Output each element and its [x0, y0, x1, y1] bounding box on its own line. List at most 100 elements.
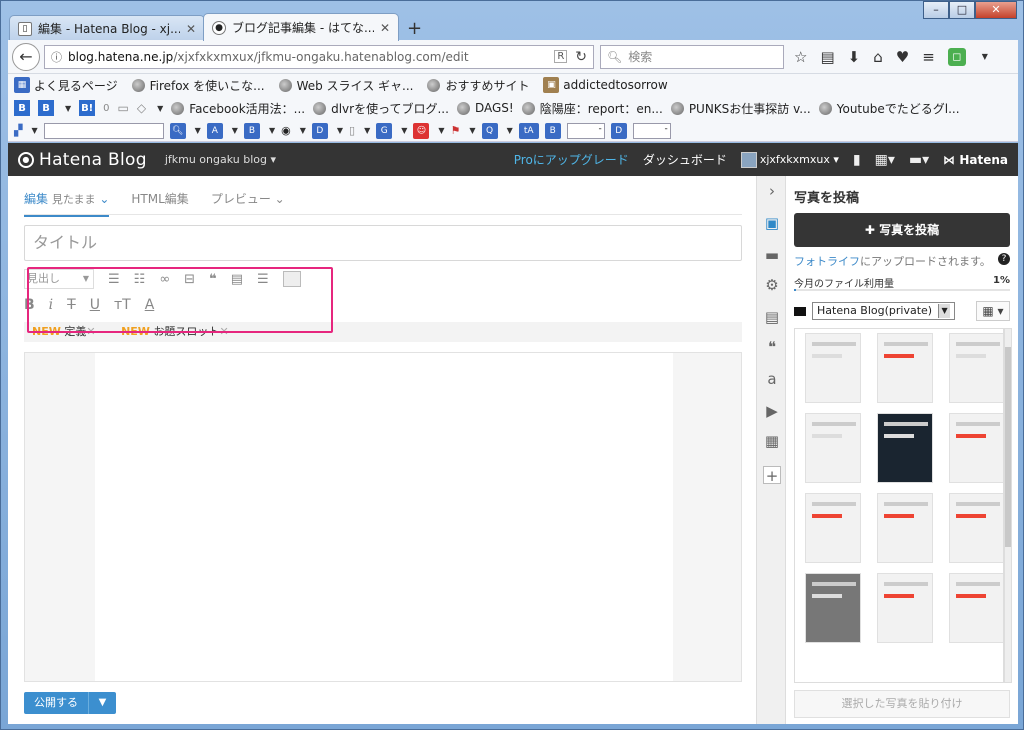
maximize-button[interactable]: □: [949, 1, 975, 19]
star-icon[interactable]: ☆: [794, 48, 807, 66]
tool-a-icon[interactable]: A: [206, 122, 223, 139]
tv-icon[interactable]: ▦: [763, 432, 781, 450]
gear-icon[interactable]: ⚙: [763, 276, 781, 294]
search-input[interactable]: 🔍︎ 検索: [600, 44, 784, 69]
photo-thumbnail[interactable]: [877, 493, 933, 563]
photo-thumbnail[interactable]: [877, 333, 933, 403]
bookmark-item[interactable]: Facebook活用法：...: [171, 100, 305, 117]
tool-g-icon[interactable]: G: [376, 122, 393, 139]
photo-thumbnail[interactable]: [949, 493, 1003, 563]
hatena-brand[interactable]: ⋈ Hatena: [943, 153, 1008, 167]
photo-thumbnail[interactable]: [949, 573, 1003, 643]
minimize-button[interactable]: –: [923, 1, 949, 19]
user-menu[interactable]: xjxfxkxmxux ▾: [740, 151, 839, 168]
search-icon[interactable]: 🔍︎: [169, 122, 186, 139]
reload-icon[interactable]: ↻: [575, 49, 587, 65]
photo-thumbnail[interactable]: [949, 333, 1003, 403]
bookmark-item[interactable]: DAGS!: [456, 101, 514, 115]
back-button[interactable]: ←: [12, 42, 40, 71]
scrollbar-thumb[interactable]: [1005, 347, 1011, 547]
photo-thumbnail[interactable]: [805, 573, 861, 643]
close-tab-icon[interactable]: ✕: [186, 22, 196, 36]
chevron-right-icon[interactable]: ›: [763, 182, 781, 200]
help-icon[interactable]: ?: [998, 253, 1010, 265]
chevron-down-icon[interactable]: ▼: [438, 126, 444, 135]
photo-thumbnail[interactable]: [805, 413, 861, 483]
tab-hatena-edit[interactable]: ▯ 編集 - Hatena Blog - xj... ✕: [9, 15, 205, 41]
bookmark-item[interactable]: おすすめサイト: [427, 77, 529, 94]
tool-page-icon[interactable]: ▯: [349, 124, 355, 137]
extension-b-plus-icon[interactable]: B: [38, 100, 54, 116]
chevron-down-icon[interactable]: ▼: [31, 126, 37, 135]
info-icon[interactable]: ⓘ: [51, 49, 62, 65]
publish-options-button[interactable]: ▼: [88, 692, 116, 714]
bookmark-icon[interactable]: ▮: [853, 152, 861, 168]
tool-d2-icon[interactable]: D: [610, 122, 627, 139]
bookmark-item[interactable]: Firefox を使いこな...: [131, 77, 265, 94]
notification-icon[interactable]: ▬▾: [909, 152, 929, 168]
tab-html[interactable]: HTML編集: [131, 190, 188, 217]
pro-upgrade-link[interactable]: Proにアップグレード: [514, 151, 629, 168]
tool-b2-icon[interactable]: B: [544, 122, 561, 139]
chevron-down-icon[interactable]: ▼: [195, 126, 201, 135]
tab-wysiwyg[interactable]: 編集 見たまま ⌄: [24, 190, 110, 217]
tool-red-icon[interactable]: ☺: [413, 122, 430, 139]
blog-selector[interactable]: jfkmu ongaku blog ▾: [165, 153, 276, 166]
bookmark-item[interactable]: 陰陽座：report：en...: [521, 100, 663, 117]
bookmark-item[interactable]: Youtubeでたどるグl...: [818, 100, 960, 117]
addon-icon[interactable]: ◻: [947, 47, 966, 66]
chevron-down-icon[interactable]: ▼: [300, 126, 306, 135]
title-input[interactable]: タイトル: [24, 225, 742, 261]
bookmark-item[interactable]: dlvrを使ってブログ...: [313, 100, 449, 117]
apps-grid-icon[interactable]: ▦▾: [875, 152, 895, 168]
grid-view-button[interactable]: ▦ ▾: [976, 301, 1010, 321]
reading-list-icon[interactable]: ▤: [820, 48, 834, 66]
toolbar-logo-icon[interactable]: ▞: [14, 124, 22, 137]
folder-icon[interactable]: ▬: [763, 246, 781, 264]
tool-q-icon[interactable]: Q: [481, 122, 498, 139]
photo-thumbnail[interactable]: [877, 573, 933, 643]
tool-b-icon[interactable]: B: [243, 122, 260, 139]
body-content[interactable]: [95, 353, 673, 681]
upload-photo-button[interactable]: ✚ 写真を投稿: [794, 213, 1010, 247]
chevron-down-icon[interactable]: ▼: [469, 126, 475, 135]
thumbnail-scrollbar[interactable]: [1004, 328, 1012, 683]
chevron-down-icon[interactable]: ▼: [269, 126, 275, 135]
tool-d-icon[interactable]: D: [311, 122, 328, 139]
tool-flag-icon[interactable]: ⚑: [451, 124, 461, 137]
paste-selected-button[interactable]: 選択した写真を貼り付け: [794, 690, 1010, 718]
publish-button[interactable]: 公開する: [24, 692, 88, 714]
hatena-blog-logo[interactable]: ● Hatena Blog: [18, 150, 147, 170]
new-tab-button[interactable]: +: [407, 17, 422, 41]
quote-icon[interactable]: ❝: [763, 338, 781, 356]
close-tab-icon[interactable]: ✕: [380, 21, 390, 35]
tab-blog-edit[interactable]: ● ブログ記事編集 - はてな... ✕: [203, 13, 399, 41]
chevron-down-icon[interactable]: ▼: [982, 52, 988, 61]
fotolife-link[interactable]: フォトライフ: [794, 255, 860, 268]
tool-ta-icon[interactable]: tA: [518, 122, 539, 139]
chevron-down-icon[interactable]: ▼: [364, 126, 370, 135]
tab-preview[interactable]: プレビュー ⌄: [211, 190, 285, 217]
dashboard-link[interactable]: ダッシュボード: [643, 151, 727, 168]
reader-view-icon[interactable]: R: [554, 50, 568, 63]
pocket-icon[interactable]: ♥: [896, 48, 909, 66]
bookmark-item[interactable]: Web スライス ギャ...: [278, 77, 413, 94]
body-editor[interactable]: [24, 352, 742, 682]
chevron-down-icon[interactable]: ▼: [507, 126, 513, 135]
tag-icon[interactable]: ◇: [137, 101, 146, 115]
hatena-tool-icon[interactable]: ◉: [281, 124, 291, 137]
menu-icon[interactable]: ≡: [922, 48, 935, 66]
bookmark-item[interactable]: ▣ addictedtosorrow: [543, 77, 668, 93]
album-select[interactable]: Hatena Blog(private) ▼: [812, 302, 956, 320]
photo-thumbnail[interactable]: [949, 413, 1003, 483]
photo-thumbnail[interactable]: [805, 493, 861, 563]
bookmark-item[interactable]: PUNKSお仕事探訪 v...: [670, 100, 811, 117]
url-bar[interactable]: ⓘ blog.hatena.ne.jp/xjxfxkxmxux/jfkmu-on…: [44, 44, 594, 69]
chevron-down-icon[interactable]: ▼: [157, 104, 163, 113]
chevron-down-icon[interactable]: ▼: [232, 126, 238, 135]
toolbar-field[interactable]: -: [632, 122, 671, 139]
toolbar-search-input[interactable]: [43, 122, 164, 139]
comment-icon[interactable]: ▭: [118, 101, 129, 115]
add-icon[interactable]: +: [763, 466, 781, 485]
home-icon[interactable]: ⌂: [873, 48, 883, 66]
